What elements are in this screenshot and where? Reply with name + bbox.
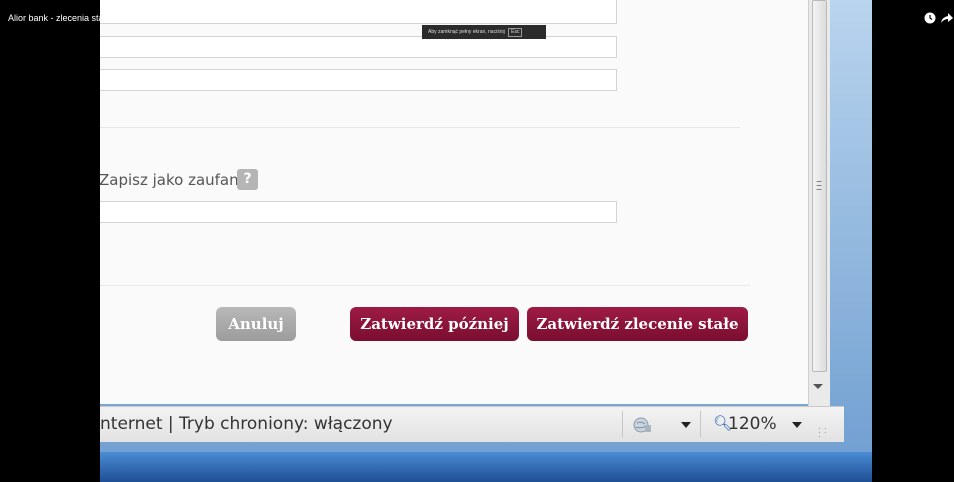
status-separator [622,411,623,437]
zone-dropdown-icon[interactable] [681,422,691,428]
status-separator-2 [700,411,701,437]
esc-key: Esc [508,28,523,37]
taskbar-strip [100,452,872,482]
zoom-dropdown-icon[interactable] [792,422,802,428]
save-as-trusted-label[interactable]: Zapisz jako zaufany [99,171,248,189]
resize-grip-icon[interactable]: . .. . . [818,423,832,440]
vertical-scrollbar[interactable]: – – – [808,0,830,406]
security-zone-icon[interactable] [633,416,653,434]
watch-later-icon[interactable] [924,12,936,24]
left-letterbox [0,0,100,482]
fullscreen-hint-text: Aby zamknąć pełny ekran, naciśnij [428,29,505,35]
scrollbar-thumb[interactable]: – – – [812,0,827,372]
zoom-level[interactable]: 120% [728,414,777,434]
scrollbar-grip-icon: – – – [816,174,822,196]
page-content: Zapisz jako zaufany ? Anuluj Zatwierdź p… [99,0,808,404]
browser-status-bar: nternet | Tryb chroniony: włączony 🔍︎ 12… [100,406,844,442]
share-icon[interactable] [940,12,954,24]
help-icon[interactable]: ? [237,169,258,190]
right-letterbox [872,0,954,482]
form-field-top[interactable] [100,0,617,24]
section-divider [100,127,740,128]
confirm-later-button[interactable]: Zatwierdź później [350,307,519,341]
trusted-name-field[interactable] [100,201,617,223]
video-title[interactable]: Alior bank - zlecenia stałe. [8,13,113,23]
section-divider-2 [100,285,750,286]
security-zone-text: nternet | Tryb chroniony: włączony [100,414,393,434]
scroll-down-arrow-icon[interactable] [813,384,823,389]
confirm-standing-order-button[interactable]: Zatwierdź zlecenie stałe [527,307,748,341]
form-field-3[interactable] [100,69,617,91]
form-field-2[interactable] [100,36,617,58]
cancel-button[interactable]: Anuluj [216,307,296,341]
fullscreen-hint: Aby zamknąć pełny ekran, naciśnij Esc [422,25,546,39]
